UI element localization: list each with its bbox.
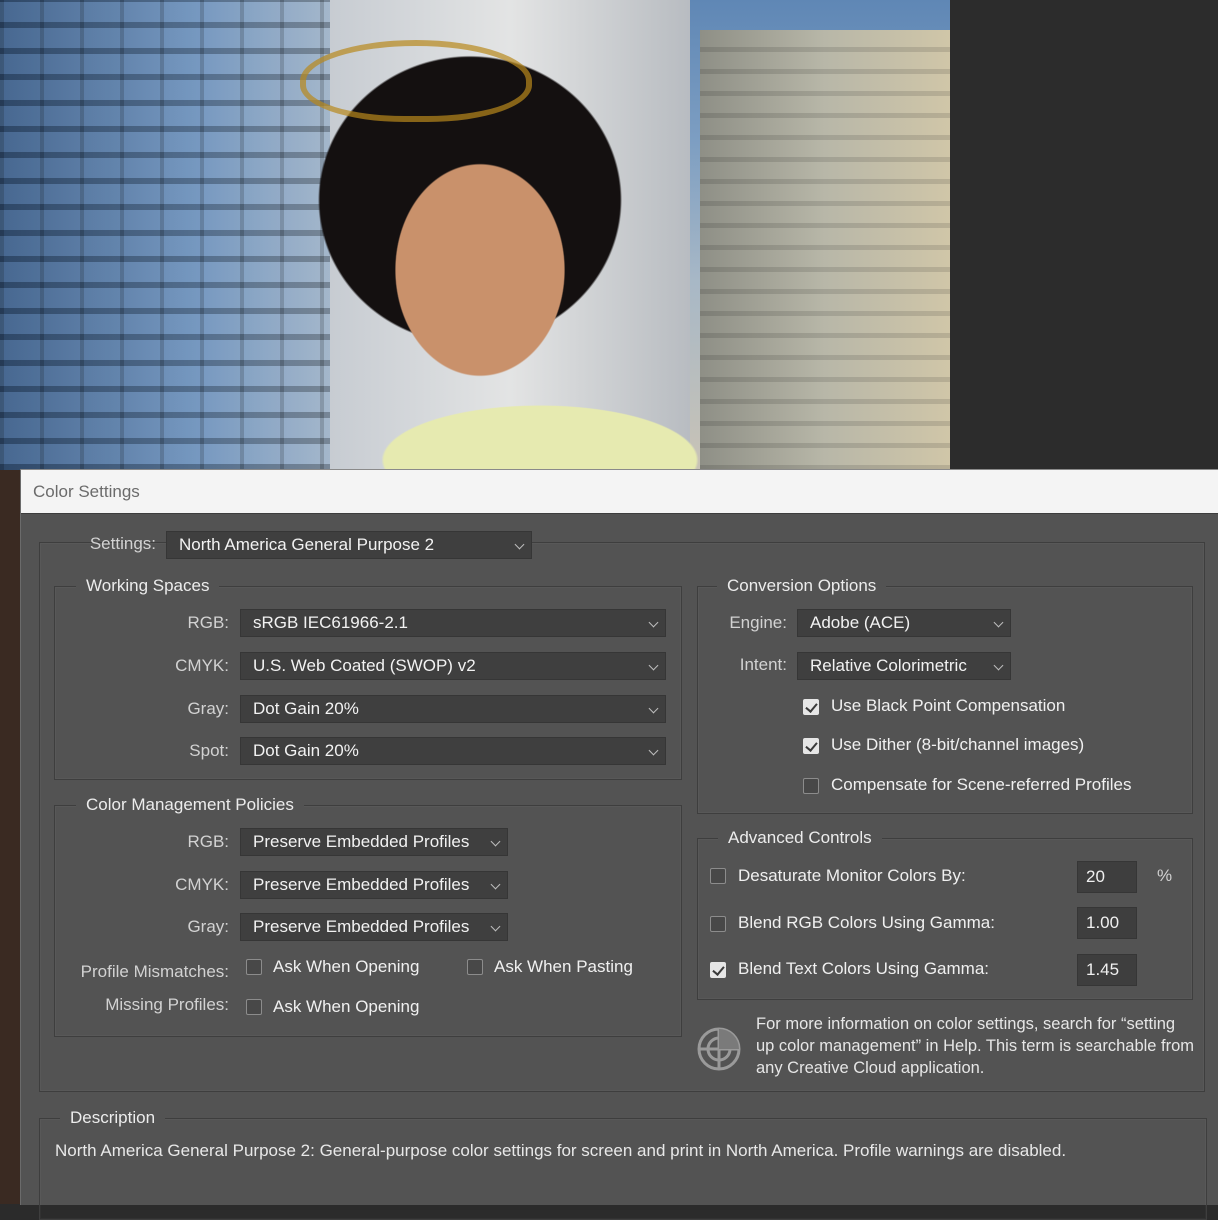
ws-gray-dropdown[interactable]: Dot Gain 20% [240,695,666,723]
ws-cmyk-dropdown[interactable]: U.S. Web Coated (SWOP) v2 [240,652,666,680]
description-title: Description [60,1107,166,1129]
ws-spot-value: Dot Gain 20% [253,741,359,760]
advanced-controls-title: Advanced Controls [718,827,882,849]
policy-rgb-value: Preserve Embedded Profiles [253,832,470,851]
mismatch-ask-opening-checkbox[interactable] [246,959,262,975]
policy-gray-value: Preserve Embedded Profiles [253,917,470,936]
policy-cmyk-label: CMYK: [175,875,229,894]
blend-rgb-checkbox[interactable] [710,916,726,932]
sunglasses [300,40,532,122]
blend-text-label[interactable]: Blend Text Colors Using Gamma: [738,958,989,980]
intent-dropdown[interactable]: Relative Colorimetric [797,652,1011,680]
mismatch-ask-pasting-label[interactable]: Ask When Pasting [494,956,633,978]
use-dither-label[interactable]: Use Dither (8-bit/channel images) [831,734,1084,756]
color-management-icon [697,1027,741,1071]
settings-dropdown[interactable]: North America General Purpose 2 [166,531,532,559]
desaturate-label[interactable]: Desaturate Monitor Colors By: [738,865,966,887]
chevron-down-icon [648,660,659,671]
desaturate-amount-field[interactable]: 20 [1077,861,1137,893]
ws-gray-value: Dot Gain 20% [253,699,359,718]
policies-title: Color Management Policies [76,794,304,816]
description-group [39,1118,1207,1220]
chevron-down-icon [993,660,1004,671]
blend-text-checkbox[interactable] [710,962,726,978]
chevron-down-icon [514,539,525,550]
settings-label: Settings: [89,534,156,553]
chevron-down-icon [648,745,659,756]
chevron-down-icon [993,617,1004,628]
chevron-down-icon [490,921,501,932]
chevron-down-icon [648,617,659,628]
ws-spot-dropdown[interactable]: Dot Gain 20% [240,737,666,765]
scene-referred-label[interactable]: Compensate for Scene-referred Profiles [831,774,1131,796]
engine-dropdown[interactable]: Adobe (ACE) [797,609,1011,637]
missing-ask-opening-checkbox[interactable] [246,999,262,1015]
profile-mismatches-label: Profile Mismatches: [80,962,229,981]
policy-cmyk-dropdown[interactable]: Preserve Embedded Profiles [240,871,508,899]
dialog-title[interactable]: Color Settings [21,470,1218,514]
description-text: North America General Purpose 2: General… [55,1141,1067,1160]
use-dither-checkbox[interactable] [803,738,819,754]
ws-rgb-label: RGB: [187,613,229,632]
missing-ask-opening-label[interactable]: Ask When Opening [273,996,419,1018]
blend-rgb-label[interactable]: Blend RGB Colors Using Gamma: [738,912,995,934]
policy-rgb-label: RGB: [187,832,229,851]
blend-rgb-gamma-field[interactable]: 1.00 [1077,907,1137,939]
blend-text-gamma-field[interactable]: 1.45 [1077,954,1137,986]
policy-cmyk-value: Preserve Embedded Profiles [253,875,470,894]
photo-edge [0,470,22,1204]
settings-value: North America General Purpose 2 [179,535,435,554]
desaturate-checkbox[interactable] [710,868,726,884]
canvas-background [950,0,1218,470]
policy-gray-label: Gray: [187,917,229,936]
background-photo [0,0,950,470]
percent-unit: % [1157,866,1173,885]
chevron-down-icon [648,703,659,714]
chevron-down-icon [490,836,501,847]
scene-referred-checkbox[interactable] [803,778,819,794]
engine-label: Engine: [729,613,787,632]
info-text: For more information on color settings, … [756,1015,1195,1077]
policy-gray-dropdown[interactable]: Preserve Embedded Profiles [240,913,508,941]
missing-profiles-label: Missing Profiles: [105,995,229,1014]
ws-cmyk-value: U.S. Web Coated (SWOP) v2 [253,656,476,675]
mismatch-ask-opening-label[interactable]: Ask When Opening [273,956,419,978]
ws-rgb-value: sRGB IEC61966-2.1 [253,613,408,632]
intent-value: Relative Colorimetric [810,656,967,675]
building-right [700,30,950,470]
black-point-compensation-label[interactable]: Use Black Point Compensation [831,695,1065,717]
color-settings-dialog: Color Settings Settings: North America G… [20,469,1218,1220]
black-point-compensation-checkbox[interactable] [803,699,819,715]
chevron-down-icon [490,879,501,890]
ws-gray-label: Gray: [187,699,229,718]
conversion-options-title: Conversion Options [717,575,887,597]
mismatch-ask-pasting-checkbox[interactable] [467,959,483,975]
ws-rgb-dropdown[interactable]: sRGB IEC61966-2.1 [240,609,666,637]
engine-value: Adobe (ACE) [810,613,911,632]
policy-rgb-dropdown[interactable]: Preserve Embedded Profiles [240,828,508,856]
intent-label: Intent: [739,655,787,674]
ws-cmyk-label: CMYK: [175,656,229,675]
ws-spot-label: Spot: [189,741,229,760]
working-spaces-title: Working Spaces [76,575,220,597]
